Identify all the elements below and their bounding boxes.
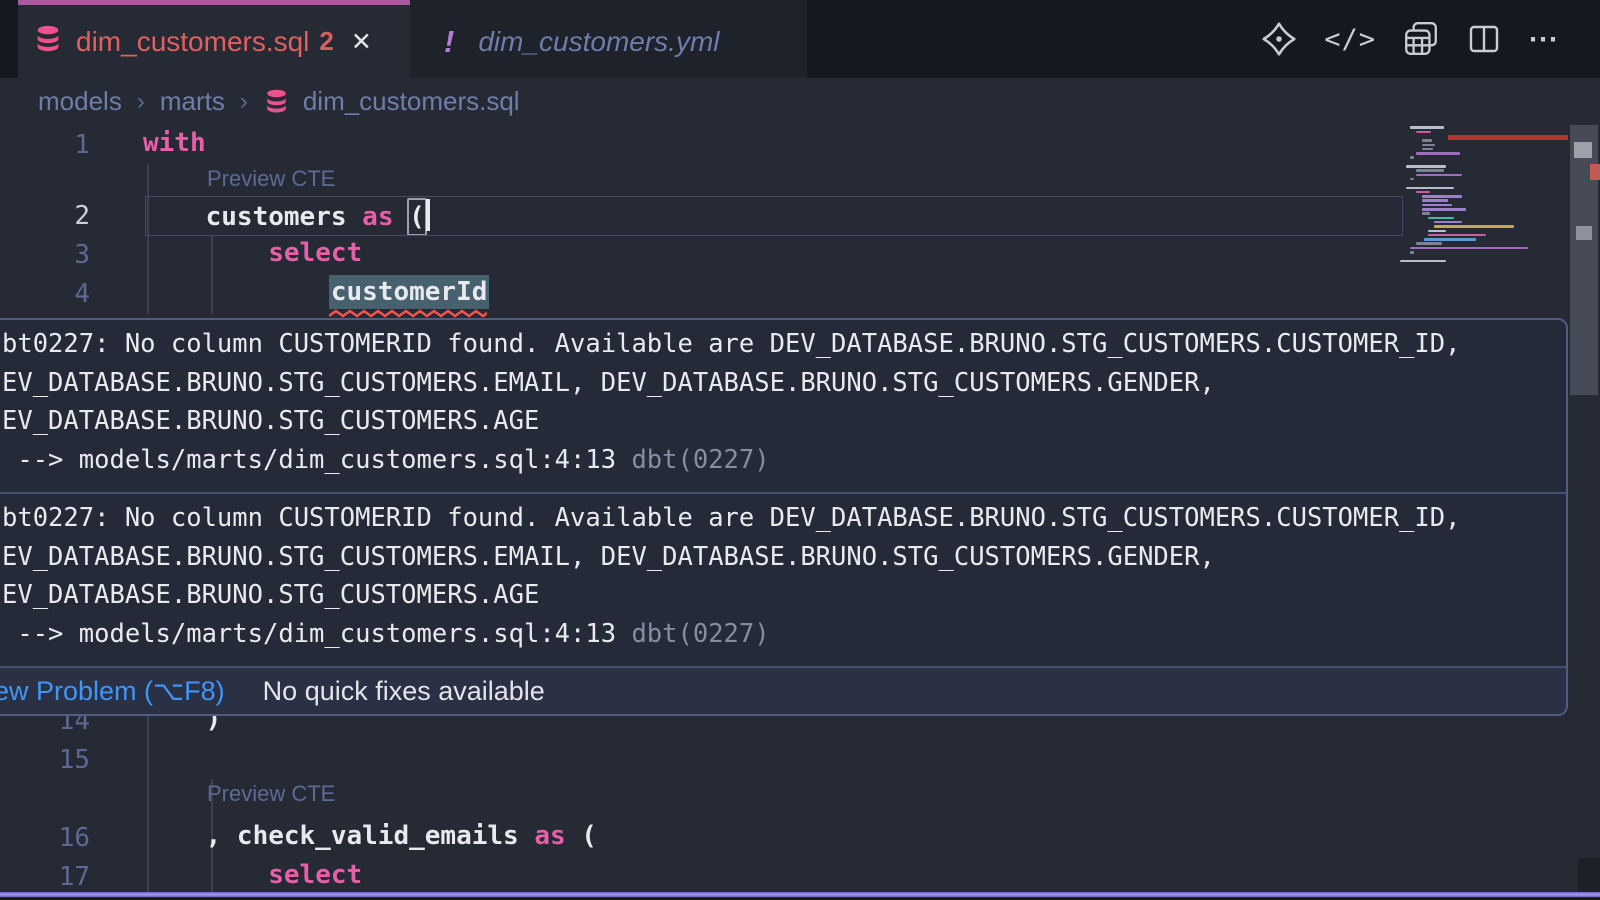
panel-top-border bbox=[0, 892, 1600, 897]
error-code: dbt(0227) bbox=[616, 445, 770, 475]
code-line[interactable]: 17 select bbox=[0, 857, 1400, 896]
code-text: customerId bbox=[143, 277, 487, 307]
database-icon bbox=[263, 88, 290, 115]
minimap-line bbox=[1416, 242, 1442, 245]
minimap-line bbox=[1434, 225, 1514, 228]
minimap-line bbox=[1416, 131, 1431, 134]
hover-status-bar: iew Problem (⌥F8) No quick fixes availab… bbox=[0, 666, 1566, 714]
code-line[interactable]: 4 customerId bbox=[0, 274, 1400, 313]
chevron-right-icon: › bbox=[137, 88, 145, 116]
code-text: select bbox=[143, 860, 362, 890]
error-hover-popup: bt0227: No column CUSTOMERID found. Avai… bbox=[0, 318, 1568, 716]
overview-ruler-info-mark bbox=[1576, 226, 1592, 240]
minimap-line bbox=[1422, 195, 1462, 198]
error-code: dbt(0227) bbox=[616, 619, 770, 649]
tab-dim-customers-yml[interactable]: ! dim_customers.yml bbox=[410, 0, 807, 78]
minimap-line bbox=[1410, 156, 1414, 159]
code-text: select bbox=[143, 238, 362, 268]
code-line[interactable]: 16 , check_valid_emails as ( bbox=[0, 818, 1400, 857]
line-number: 15 bbox=[0, 745, 90, 775]
minimap-line bbox=[1422, 204, 1452, 207]
line-number: 17 bbox=[0, 862, 90, 892]
minimap-line bbox=[1410, 251, 1414, 254]
minimap-line bbox=[1400, 260, 1446, 263]
code-line[interactable]: 1 with bbox=[0, 125, 1400, 164]
view-problem-link[interactable]: iew Problem (⌥F8) bbox=[0, 676, 225, 707]
minimap-error-line bbox=[1448, 135, 1568, 140]
dbt-logo-icon[interactable] bbox=[1260, 20, 1298, 58]
minimap-line bbox=[1406, 165, 1446, 168]
code-line[interactable]: 15 bbox=[0, 740, 1400, 779]
line-number: 3 bbox=[0, 240, 90, 270]
no-quick-fixes-text: No quick fixes available bbox=[263, 676, 545, 707]
tab-bar: dim_customers.sql 2 ✕ ! dim_customers.ym… bbox=[0, 0, 1600, 78]
minimap-line bbox=[1422, 139, 1432, 142]
tab-dim-customers-sql[interactable]: dim_customers.sql 2 ✕ bbox=[18, 0, 410, 78]
minimap-line bbox=[1424, 238, 1476, 241]
scrollbar-slider[interactable] bbox=[1570, 118, 1598, 395]
minimap-line bbox=[1422, 212, 1430, 215]
minimap-line bbox=[1422, 199, 1448, 202]
minimap-line bbox=[1428, 234, 1486, 237]
minimap-line bbox=[1416, 174, 1462, 177]
breadcrumb-marts[interactable]: marts bbox=[160, 86, 225, 117]
tab-title: dim_customers.yml bbox=[478, 26, 719, 58]
line-number: 4 bbox=[0, 279, 90, 309]
code-line[interactable]: 3 select bbox=[0, 235, 1400, 274]
editor-actions: </> ⋯ bbox=[1260, 0, 1560, 78]
error-message-block: bt0227: No column CUSTOMERID found. Avai… bbox=[0, 494, 1566, 666]
minimap-line bbox=[1410, 178, 1414, 181]
minimap-line bbox=[1416, 169, 1444, 172]
tab-title: dim_customers.sql bbox=[76, 26, 309, 58]
scrollbar[interactable] bbox=[1570, 110, 1600, 900]
line-number: 2 bbox=[0, 201, 90, 231]
minimap-line bbox=[1422, 148, 1433, 151]
line-number: 16 bbox=[0, 823, 90, 853]
minimap-line bbox=[1434, 221, 1462, 224]
tab-problem-count: 2 bbox=[319, 26, 333, 57]
chevron-right-icon: › bbox=[240, 88, 248, 116]
breadcrumb: models › marts › dim_customers.sql bbox=[0, 78, 1600, 125]
minimap-line bbox=[1410, 247, 1528, 250]
minimap-line bbox=[1422, 208, 1466, 211]
minimap-line bbox=[1410, 126, 1444, 129]
minimap-line bbox=[1406, 187, 1454, 190]
code-lens-preview-cte[interactable]: Preview CTE bbox=[207, 781, 335, 807]
split-editor-icon[interactable] bbox=[1466, 21, 1502, 57]
current-line-highlight bbox=[145, 196, 1403, 236]
overview-ruler-info-mark bbox=[1574, 142, 1592, 158]
minimap[interactable] bbox=[1400, 122, 1568, 282]
close-icon[interactable]: ✕ bbox=[351, 27, 372, 57]
code-lens-preview-cte[interactable]: Preview CTE bbox=[207, 166, 335, 192]
error-indicator-icon: ! bbox=[444, 24, 454, 60]
copy-table-icon[interactable] bbox=[1402, 20, 1440, 58]
minimap-line bbox=[1416, 191, 1430, 194]
line-number: 1 bbox=[0, 130, 90, 160]
breadcrumb-models[interactable]: models bbox=[38, 86, 122, 117]
minimap-line bbox=[1428, 230, 1446, 233]
inline-code-icon[interactable]: </> bbox=[1324, 24, 1376, 55]
code-text: with bbox=[143, 128, 206, 158]
breadcrumb-file[interactable]: dim_customers.sql bbox=[303, 86, 520, 117]
minimap-line bbox=[1428, 217, 1454, 220]
error-word-customerid[interactable]: customerId bbox=[329, 275, 490, 309]
more-actions-icon[interactable]: ⋯ bbox=[1528, 22, 1560, 57]
error-message-block: bt0227: No column CUSTOMERID found. Avai… bbox=[0, 320, 1566, 492]
minimap-line bbox=[1416, 152, 1460, 155]
overview-ruler-error-mark bbox=[1590, 164, 1600, 180]
scrollbar-track-bottom bbox=[1578, 858, 1600, 892]
code-text: , check_valid_emails as ( bbox=[143, 821, 597, 851]
minimap-line bbox=[1422, 144, 1435, 147]
database-icon bbox=[33, 24, 63, 59]
